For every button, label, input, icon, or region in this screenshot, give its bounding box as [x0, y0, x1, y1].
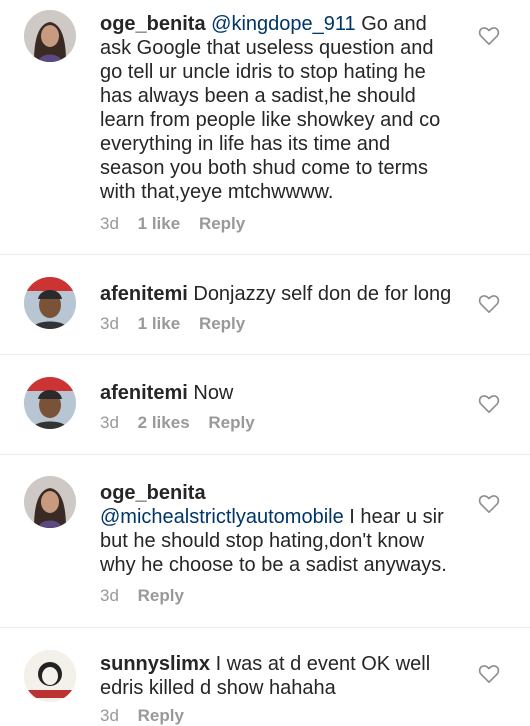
comment-body: Now [187, 382, 234, 404]
divider [0, 627, 530, 628]
reply-button[interactable]: Reply [138, 586, 184, 605]
comment-username[interactable]: oge_benita [100, 482, 206, 504]
comment-body: Donjazzy self don de for long [187, 283, 452, 305]
comment-username[interactable]: afenitemi [100, 382, 188, 404]
divider [0, 254, 530, 255]
comment-meta: 3d Reply [100, 586, 198, 606]
avatar[interactable] [24, 377, 76, 429]
comment-text: sunnyslimx I was at d event OK well edri… [100, 652, 460, 700]
comment-time: 3d [100, 413, 119, 432]
like-button[interactable] [478, 494, 500, 514]
comment-likes[interactable]: 1 like [138, 314, 181, 333]
reply-button[interactable]: Reply [199, 214, 245, 233]
heart-outline-icon [478, 395, 500, 413]
comment-text: oge_benita @kingdope_911 Go and ask Goog… [100, 12, 460, 204]
comment-likes[interactable]: 1 like [138, 214, 181, 233]
comment-username[interactable]: afenitemi [100, 283, 188, 305]
comment-text: oge_benita @michealstrictlyautomobile I … [100, 481, 465, 577]
like-button[interactable] [478, 26, 500, 46]
reply-button[interactable]: Reply [208, 413, 254, 432]
comment-text: afenitemi Donjazzy self don de for long [100, 282, 470, 306]
avatar[interactable] [24, 476, 76, 528]
comment-mention[interactable]: @michealstrictlyautomobile [100, 506, 344, 528]
comment-meta: 3d 1 like Reply [100, 214, 259, 234]
heart-outline-icon [478, 295, 500, 313]
comment-username[interactable]: oge_benita [100, 13, 206, 35]
divider [0, 454, 530, 455]
comment-username[interactable]: sunnyslimx [100, 653, 210, 675]
like-button[interactable] [478, 294, 500, 314]
comment-meta: 3d 2 likes Reply [100, 413, 269, 433]
reply-button[interactable]: Reply [199, 314, 245, 333]
comment-time: 3d [100, 586, 119, 605]
comment-text: afenitemi Now [100, 381, 460, 405]
avatar[interactable] [24, 650, 76, 702]
heart-outline-icon [478, 665, 500, 683]
heart-outline-icon [478, 495, 500, 513]
comment-time: 3d [100, 314, 119, 333]
avatar[interactable] [24, 10, 76, 62]
comment-time: 3d [100, 214, 119, 233]
heart-outline-icon [478, 27, 500, 45]
comment-body: Go and ask Google that useless question … [100, 13, 441, 203]
comment-likes[interactable]: 2 likes [138, 413, 190, 432]
like-button[interactable] [478, 394, 500, 414]
avatar[interactable] [24, 277, 76, 329]
divider [0, 354, 530, 355]
comment-mention[interactable]: @kingdope_911 [211, 13, 356, 35]
reply-button[interactable]: Reply [138, 706, 184, 725]
comment-meta: 3d 1 like Reply [100, 314, 259, 334]
comment-time: 3d [100, 706, 119, 725]
like-button[interactable] [478, 664, 500, 684]
comment-meta: 3d Reply [100, 706, 198, 726]
